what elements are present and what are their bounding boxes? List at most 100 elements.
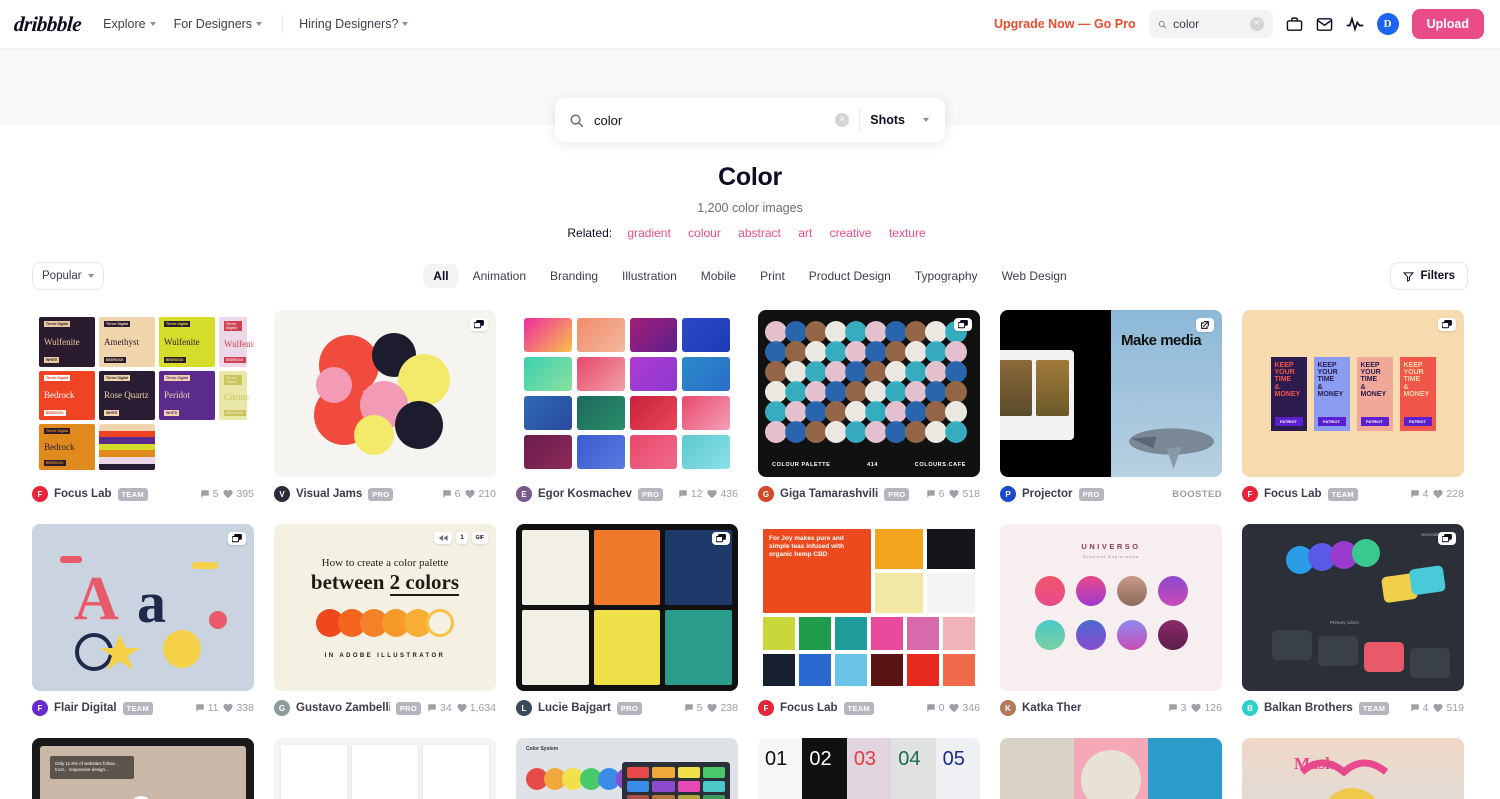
shot-thumbnail[interactable]: UNIVERSO Gradient Exploration [1000, 524, 1222, 691]
author-avatar[interactable]: F [32, 700, 48, 716]
shot-thumbnail[interactable]: Only 11.8% of websites follow... trust..… [32, 738, 254, 799]
shot-thumbnail[interactable]: Thrive Digital Wulfenite WHITE Thrive Digit… [32, 310, 254, 477]
author-avatar[interactable]: L [516, 700, 532, 716]
nav-search-clear-icon[interactable]: × [1249, 17, 1264, 31]
gif-icon[interactable]: GIF [471, 532, 488, 544]
nav-item-explore[interactable]: Explore [103, 17, 156, 31]
shot-thumbnail[interactable] [274, 310, 496, 477]
author-name[interactable]: Focus Lab [780, 702, 838, 714]
shot-thumbnail[interactable] [516, 310, 738, 477]
filters-button[interactable]: Filters [1390, 262, 1468, 290]
shot-card[interactable]: Secondary colorsPrimary colors B Balkan Br… [1242, 524, 1464, 716]
shot-thumbnail[interactable] [1000, 738, 1222, 799]
shot-card[interactable]: Color System [516, 738, 738, 799]
author-avatar[interactable]: P [1000, 486, 1016, 502]
multi-shot-icon[interactable] [470, 318, 488, 331]
related-tag-art[interactable]: art [798, 226, 812, 240]
shot-thumbnail[interactable]: For Joy makes pure and simple teas infus… [758, 524, 980, 691]
count-1[interactable]: 1 [456, 532, 468, 544]
search-type-dropdown[interactable]: Shots [870, 113, 933, 127]
author-name[interactable]: Projector [1022, 488, 1073, 500]
shot-card[interactable] [1000, 738, 1222, 799]
shot-card[interactable]: Only 11.8% of websites follow... trust..… [32, 738, 254, 799]
shot-card[interactable]: For Joy makes pure and simple teas infus… [758, 524, 980, 716]
related-tag-creative[interactable]: creative [830, 226, 872, 240]
main-search-input[interactable] [594, 112, 826, 128]
shot-card[interactable]: Make media P Projector PRO BOOSTED [1000, 310, 1222, 502]
shot-card[interactable]: L Lucie Bajgart PRO 5 238 [516, 524, 738, 716]
shot-card[interactable]: COLOUR PALETTE 414 COLOURS.CAFE G Giga Tamar… [758, 310, 980, 502]
author-name[interactable]: Visual Jams [296, 488, 362, 500]
tab-print[interactable]: Print [750, 264, 795, 288]
shot-thumbnail[interactable]: Mask [1242, 738, 1464, 799]
multi-shot-icon[interactable] [1438, 532, 1456, 545]
shot-thumbnail[interactable]: Aa [32, 524, 254, 691]
sort-dropdown[interactable]: Popular [32, 262, 104, 290]
rewind-icon[interactable] [434, 532, 453, 544]
shot-thumbnail[interactable]: COLOUR PALETTE 414 COLOURS.CAFE [758, 310, 980, 477]
tab-animation[interactable]: Animation [463, 264, 536, 288]
author-avatar[interactable]: F [758, 700, 774, 716]
tab-branding[interactable]: Branding [540, 264, 608, 288]
author-name[interactable]: Giga Tamarashvili [780, 488, 878, 500]
author-name[interactable]: Flair Digital [54, 702, 117, 714]
shot-card[interactable]: V Visual Jams PRO 6 210 [274, 310, 496, 502]
author-avatar[interactable]: K [1000, 700, 1016, 716]
shot-thumbnail[interactable]: Secondary colorsPrimary colors [1242, 524, 1464, 691]
clear-search-icon[interactable]: × [835, 113, 850, 127]
author-name[interactable]: Gustavo Zambelli [296, 702, 390, 714]
briefcase-icon[interactable] [1286, 16, 1303, 33]
shot-thumbnail[interactable]: How to create a color palette between 2 c… [274, 524, 496, 691]
author-avatar[interactable]: E [516, 486, 532, 502]
shot-thumbnail[interactable]: Make media [1000, 310, 1222, 477]
tab-product-design[interactable]: Product Design [799, 264, 901, 288]
related-tag-abstract[interactable]: abstract [738, 226, 781, 240]
avatar[interactable]: D [1376, 13, 1399, 35]
activity-icon[interactable] [1346, 15, 1364, 33]
tab-mobile[interactable]: Mobile [691, 264, 746, 288]
upload-button[interactable]: Upload [1411, 9, 1484, 39]
author-avatar[interactable]: F [32, 486, 48, 502]
related-tag-colour[interactable]: colour [688, 226, 721, 240]
nav-item-hiring-designers[interactable]: Hiring Designers? [299, 17, 409, 31]
multi-shot-icon[interactable] [712, 532, 730, 545]
shot-thumbnail[interactable]: KEEP YOUR TIME & MONEY PATRIOT KEEP YOUR TIME & MO… [1242, 310, 1464, 477]
author-name[interactable]: Focus Lab [1264, 488, 1322, 500]
nav-item-for-designers[interactable]: For Designers [174, 17, 263, 31]
upgrade-link[interactable]: Upgrade Now — Go Pro [994, 17, 1136, 31]
related-tag-texture[interactable]: texture [889, 226, 926, 240]
shot-card[interactable]: UNIVERSO Gradient Exploration K Katka Ther 3… [1000, 524, 1222, 716]
author-avatar[interactable]: G [274, 700, 290, 716]
shot-card[interactable]: Mask [1242, 738, 1464, 799]
author-name[interactable]: Balkan Brothers [1264, 702, 1353, 714]
shot-card[interactable]: KEEP YOUR TIME & MONEY PATRIOT KEEP YOUR TIME & MO… [1242, 310, 1464, 502]
shot-thumbnail[interactable] [274, 738, 496, 799]
author-avatar[interactable]: V [274, 486, 290, 502]
nav-search-input[interactable] [1173, 17, 1243, 31]
author-name[interactable]: Focus Lab [54, 488, 112, 500]
main-search-bar[interactable]: × Shots [555, 98, 945, 142]
shot-card[interactable]: Thrive Digital Wulfenite WHITE Thrive Digit… [32, 310, 254, 502]
shot-card[interactable] [274, 738, 496, 799]
author-name[interactable]: Lucie Bajgart [538, 702, 611, 714]
shot-card[interactable]: How to create a color palette between 2 c… [274, 524, 496, 716]
tab-all[interactable]: All [423, 264, 459, 288]
shot-thumbnail[interactable]: Color System [516, 738, 738, 799]
author-name[interactable]: Katka Ther [1022, 702, 1081, 714]
shot-card[interactable]: Aa F Flair Digital TEAM 11 338 [32, 524, 254, 716]
shot-thumbnail[interactable]: 01Black & White02White & Black03Red & Pi… [758, 738, 980, 799]
shot-card[interactable]: 01Black & White02White & Black03Red & Pi… [758, 738, 980, 799]
shot-thumbnail[interactable] [516, 524, 738, 691]
tab-web-design[interactable]: Web Design [992, 264, 1077, 288]
external-link-icon[interactable] [1196, 318, 1214, 332]
multi-shot-icon[interactable] [954, 318, 972, 331]
tab-illustration[interactable]: Illustration [612, 264, 687, 288]
nav-search-box[interactable]: × [1148, 10, 1273, 38]
tab-typography[interactable]: Typography [905, 264, 988, 288]
author-avatar[interactable]: G [758, 486, 774, 502]
shot-card[interactable]: E Egor Kosmachev PRO 12 436 [516, 310, 738, 502]
author-avatar[interactable]: F [1242, 486, 1258, 502]
author-name[interactable]: Egor Kosmachev [538, 488, 632, 500]
multi-shot-icon[interactable] [1438, 318, 1456, 331]
author-avatar[interactable]: B [1242, 700, 1258, 716]
